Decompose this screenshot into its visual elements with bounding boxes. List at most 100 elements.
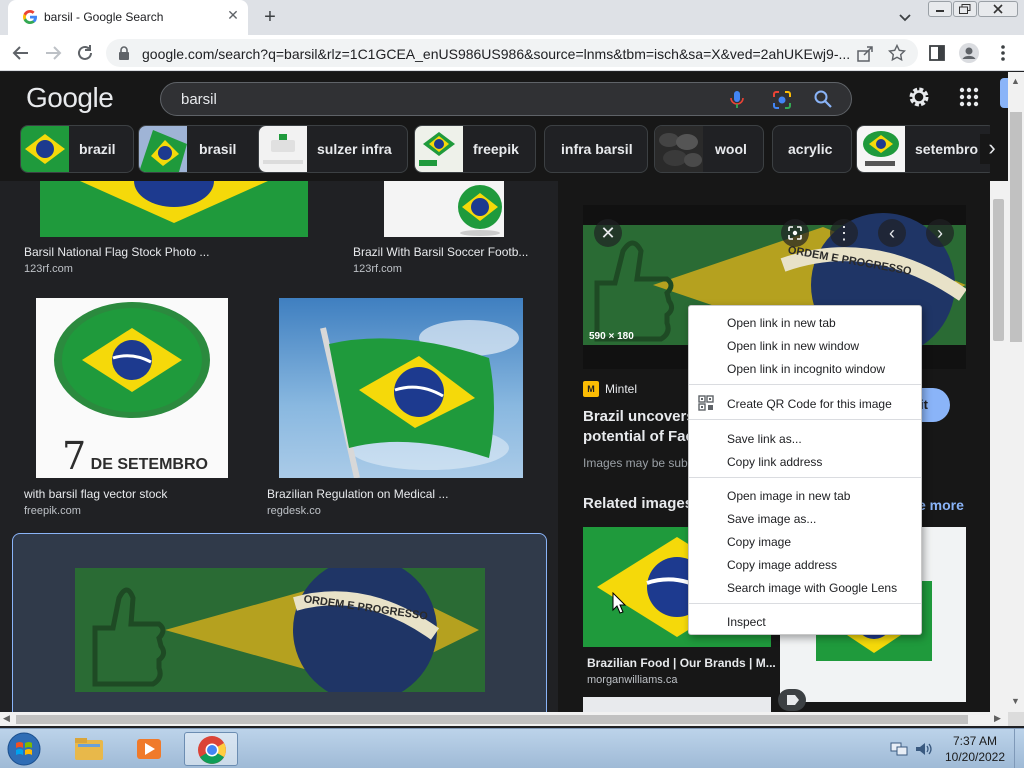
address-bar[interactable]: google.com/search?q=barsil&rlz=1C1GCEA_e…	[106, 39, 918, 67]
network-icon[interactable]	[890, 741, 908, 757]
price-tag-icon[interactable]	[778, 689, 806, 711]
result-source[interactable]: 123rf.com	[24, 263, 73, 275]
menu-create-qr-code[interactable]: Create QR Code for this image	[727, 397, 892, 411]
chip-setembro[interactable]: setembro	[856, 125, 990, 173]
related-image-3[interactable]	[583, 697, 771, 712]
profile-avatar-icon[interactable]	[958, 42, 980, 64]
menu-search-google-lens[interactable]: Search image with Google Lens	[727, 581, 897, 595]
close-preview-icon[interactable]: ✕	[594, 219, 622, 247]
google-apps-icon[interactable]	[958, 86, 980, 108]
chip-label: setembro	[915, 141, 979, 157]
scroll-up-arrow-icon[interactable]: ▲	[1011, 76, 1020, 86]
menu-open-image-new-tab[interactable]: Open image in new tab	[727, 489, 850, 503]
tab-google-search[interactable]: barsil - Google Search ✕	[8, 0, 248, 35]
chips-next-chevron-icon[interactable]: ›	[980, 134, 1004, 164]
clock-date[interactable]: 10/20/2022	[940, 750, 1010, 764]
see-more-link[interactable]: e more	[918, 497, 964, 513]
preview-title[interactable]: Brazil uncovers	[583, 408, 695, 425]
taskbar-chrome[interactable]	[184, 732, 238, 766]
menu-save-image-as[interactable]: Save image as...	[727, 512, 816, 526]
lens-search-icon[interactable]	[781, 219, 809, 247]
chip-sulzer-infra[interactable]: sulzer infra	[258, 125, 408, 173]
result-image-4[interactable]	[279, 298, 523, 478]
tab-title: barsil - Google Search	[44, 10, 164, 24]
result-source[interactable]: freepik.com	[24, 505, 81, 517]
result-title[interactable]: Brazil With Barsil Soccer Footb...	[353, 245, 528, 259]
search-icon[interactable]	[813, 89, 833, 109]
scrollbar-thumb[interactable]	[993, 199, 1004, 341]
page-vertical-scrollbar[interactable]: ▲ ▼	[1008, 72, 1024, 712]
menu-copy-image[interactable]: Copy image	[727, 535, 791, 549]
more-options-icon[interactable]: ⋮	[830, 219, 858, 247]
visit-button[interactable]: it	[918, 388, 950, 422]
window-restore-button[interactable]	[953, 1, 977, 17]
google-lens-icon[interactable]	[771, 89, 793, 111]
chip-brazil[interactable]: brazil	[20, 125, 134, 173]
window-close-button[interactable]	[978, 1, 1018, 17]
settings-gear-icon[interactable]	[906, 84, 932, 110]
chip-wool[interactable]: wool	[654, 125, 764, 173]
result-source[interactable]: regdesk.co	[267, 505, 321, 517]
clock-time[interactable]: 7:37 AM	[944, 734, 1006, 748]
tab-search-chevron-icon[interactable]	[896, 8, 914, 26]
account-avatar[interactable]	[1000, 78, 1008, 108]
window-minimize-button[interactable]	[928, 1, 952, 17]
back-arrow-icon[interactable]	[10, 42, 32, 64]
scroll-left-arrow-icon[interactable]: ◀	[3, 713, 10, 724]
result-image-3-caption: 7 DE SETEMBRO	[62, 434, 208, 478]
show-desktop-button[interactable]	[1014, 729, 1024, 768]
chip-label: sulzer infra	[317, 141, 392, 157]
results-scrollbar[interactable]	[990, 181, 1008, 712]
page-horizontal-scrollbar[interactable]: ◀ ▶	[0, 712, 1008, 726]
menu-save-link-as[interactable]: Save link as...	[727, 432, 802, 446]
forward-arrow-icon[interactable]	[42, 42, 64, 64]
related-image-title[interactable]: Brazilian Food | Our Brands | M...	[587, 656, 776, 670]
taskbar-file-explorer[interactable]	[62, 732, 116, 766]
chip-acrylic[interactable]: acrylic	[772, 125, 852, 173]
caption-text: DE SETEMBRO	[90, 456, 208, 473]
preview-title-line-2[interactable]: potential of Fac	[583, 428, 694, 445]
google-header: Google barsil brazil brasil sulzer infra…	[0, 72, 1008, 181]
chip-label: acrylic	[788, 141, 833, 157]
menu-copy-link-address[interactable]: Copy link address	[727, 455, 822, 469]
menu-copy-image-address[interactable]: Copy image address	[727, 558, 837, 572]
result-image-1[interactable]	[40, 181, 308, 237]
result-image-3[interactable]: 7 DE SETEMBRO	[36, 298, 228, 478]
search-input[interactable]: barsil	[160, 82, 852, 116]
start-button-icon[interactable]	[4, 731, 44, 767]
selected-result-image[interactable]: ORDEM E PROGRESSO	[75, 568, 485, 692]
scroll-right-arrow-icon[interactable]: ▶	[994, 713, 1001, 724]
chip-freepik[interactable]: freepik	[414, 125, 536, 173]
menu-open-link-new-tab[interactable]: Open link in new tab	[727, 316, 836, 330]
menu-open-link-new-window[interactable]: Open link in new window	[727, 339, 859, 353]
share-icon[interactable]	[856, 45, 874, 63]
chip-brasil[interactable]: brasil	[138, 125, 272, 173]
reload-icon[interactable]	[74, 42, 96, 64]
side-panel-icon[interactable]	[926, 42, 948, 64]
menu-open-link-incognito[interactable]: Open link in incognito window	[727, 362, 885, 376]
menu-inspect[interactable]: Inspect	[727, 615, 766, 629]
selected-result-card[interactable]: ORDEM E PROGRESSO	[12, 533, 547, 712]
google-logo[interactable]: Google	[26, 82, 114, 114]
result-title[interactable]: Brazilian Regulation on Medical ...	[267, 487, 448, 501]
chrome-menu-icon[interactable]	[992, 42, 1014, 64]
chip-infra-barsil[interactable]: infra barsil	[544, 125, 648, 173]
new-tab-button[interactable]: +	[258, 5, 282, 29]
windows-taskbar: 7:37 AM 10/20/2022	[0, 728, 1024, 768]
scrollbar-thumb[interactable]	[1010, 112, 1022, 342]
result-title[interactable]: Barsil National Flag Stock Photo ...	[24, 245, 209, 259]
next-image-icon[interactable]: ›	[926, 219, 954, 247]
result-image-2[interactable]	[384, 181, 504, 237]
result-title[interactable]: with barsil flag vector stock	[24, 487, 167, 501]
lock-icon[interactable]	[118, 46, 130, 60]
related-image-source[interactable]: morganwilliams.ca	[587, 674, 677, 686]
voice-search-icon[interactable]	[727, 89, 747, 109]
taskbar-media-player[interactable]	[122, 732, 176, 766]
scrollbar-thumb[interactable]	[16, 715, 968, 724]
bookmark-star-icon[interactable]	[888, 44, 906, 62]
volume-icon[interactable]	[914, 741, 932, 757]
previous-image-icon[interactable]: ‹	[878, 219, 906, 247]
tab-close-icon[interactable]: ✕	[224, 7, 242, 25]
result-source[interactable]: 123rf.com	[353, 263, 402, 275]
scroll-down-arrow-icon[interactable]: ▼	[1011, 696, 1020, 706]
